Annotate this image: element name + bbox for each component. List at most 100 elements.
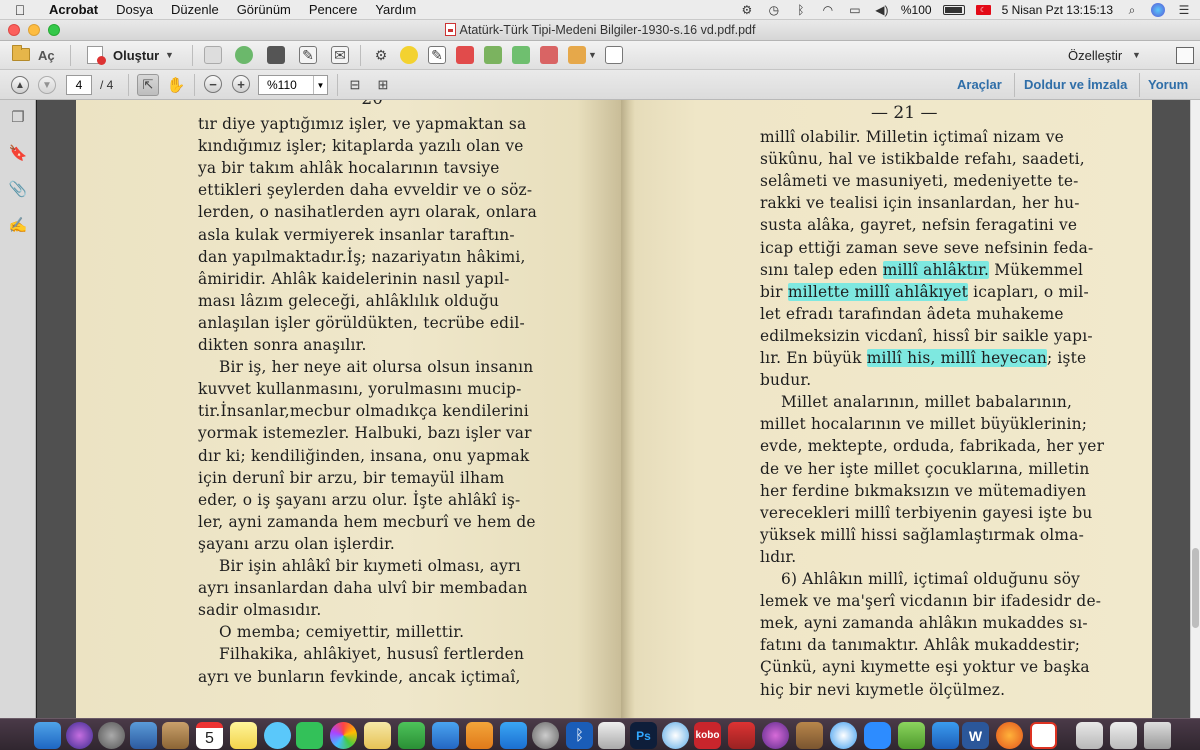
- bluetooth-dock-icon[interactable]: ᛒ: [566, 722, 593, 749]
- photoshop-icon[interactable]: Ps: [630, 722, 657, 749]
- menu-app-acrobat[interactable]: Acrobat: [40, 2, 107, 17]
- more-tools-dropdown-icon[interactable]: ▼: [588, 50, 597, 60]
- app-store-icon[interactable]: [500, 722, 527, 749]
- zoom-out-icon[interactable]: −: [204, 75, 222, 93]
- customize-button[interactable]: Özelleştir: [1068, 48, 1122, 63]
- fit-page-icon[interactable]: ⊟: [346, 75, 364, 95]
- clock[interactable]: 5 Nisan Pzt 13:15:13: [1002, 3, 1113, 17]
- email-icon[interactable]: ✉: [331, 46, 349, 64]
- zoom-in-icon[interactable]: +: [232, 75, 250, 93]
- previous-page-icon[interactable]: ▲: [11, 76, 29, 94]
- open-folder-icon[interactable]: [12, 45, 30, 61]
- customize-dropdown-icon[interactable]: ▼: [1132, 50, 1141, 60]
- battery-percent[interactable]: %100: [901, 3, 932, 17]
- open-button[interactable]: Aç: [38, 48, 55, 63]
- acrobat-pdf-icon[interactable]: [1030, 722, 1057, 749]
- create-dropdown-icon[interactable]: ▼: [165, 50, 174, 60]
- launchpad-rocket-icon[interactable]: [98, 722, 125, 749]
- menu-dosya[interactable]: Dosya: [107, 2, 162, 17]
- books-icon[interactable]: [466, 722, 493, 749]
- facetime-icon[interactable]: [296, 722, 323, 749]
- contacts-icon[interactable]: [162, 722, 189, 749]
- siri-icon[interactable]: [1151, 3, 1165, 17]
- document-viewport[interactable]: — 20 — tır diye yaptığımız işler, ve yap…: [37, 100, 1190, 718]
- calendar-icon[interactable]: 5: [196, 722, 223, 749]
- save-icon[interactable]: [204, 46, 222, 64]
- vertical-scrollbar[interactable]: [1190, 100, 1200, 718]
- edit-icon[interactable]: ✎: [299, 46, 317, 64]
- left-page-number: — 20 —: [339, 100, 405, 109]
- extract-page-icon[interactable]: [512, 46, 530, 64]
- page-thumbnails-icon[interactable]: ❐: [9, 108, 27, 126]
- finder-icon[interactable]: [34, 722, 61, 749]
- garageband-icon[interactable]: [796, 722, 823, 749]
- android-icon[interactable]: [898, 722, 925, 749]
- insert-page-icon[interactable]: [484, 46, 502, 64]
- siri-dock-icon[interactable]: [66, 722, 93, 749]
- time-machine-dock-icon[interactable]: [662, 722, 689, 749]
- zoom-level-select[interactable]: %110 ▼: [258, 75, 328, 95]
- battery-icon[interactable]: [942, 5, 965, 15]
- imovie-star-icon[interactable]: [762, 722, 789, 749]
- redact-icon[interactable]: [540, 46, 558, 64]
- pages-icon[interactable]: [364, 722, 391, 749]
- vpn-icon[interactable]: [932, 722, 959, 749]
- firefox-icon[interactable]: [996, 722, 1023, 749]
- photos-icon[interactable]: [330, 722, 357, 749]
- create-pdf-icon[interactable]: [87, 46, 106, 65]
- volume-icon[interactable]: ◀): [874, 3, 890, 17]
- upload-cloud-icon[interactable]: [235, 46, 253, 64]
- bluetooth-icon[interactable]: ᛒ: [793, 3, 809, 17]
- expand-window-icon[interactable]: [1176, 47, 1194, 64]
- text-segment: her ferdine bıkmaksızın ve mütemadiyen: [760, 481, 1087, 500]
- airplay-icon[interactable]: ▭: [847, 3, 863, 17]
- word-icon[interactable]: W: [962, 722, 989, 749]
- create-button[interactable]: Oluştur: [113, 48, 159, 63]
- comment-panel-link[interactable]: Yorum: [1148, 77, 1188, 92]
- scrollbar-thumb[interactable]: [1192, 548, 1199, 628]
- fit-width-icon[interactable]: ⊞: [374, 75, 392, 95]
- next-page-icon[interactable]: ▼: [38, 76, 56, 94]
- form-icon[interactable]: [605, 46, 623, 64]
- highlight-text-icon[interactable]: ✎: [428, 46, 446, 64]
- settings-gear-icon[interactable]: ⚙: [372, 46, 390, 64]
- tools-panel-link[interactable]: Araçlar: [957, 77, 1002, 92]
- trash-icon[interactable]: [1144, 722, 1171, 749]
- menu-yardim[interactable]: Yardım: [366, 2, 425, 17]
- zoom-dropdown-icon[interactable]: ▼: [313, 76, 327, 94]
- time-machine-icon[interactable]: ◷: [766, 3, 782, 17]
- system-preferences-gear-icon[interactable]: [532, 722, 559, 749]
- fill-sign-panel-link[interactable]: Doldur ve İmzala: [1024, 77, 1127, 92]
- signatures-icon[interactable]: ✍: [9, 216, 28, 234]
- bookmarks-icon[interactable]: 🔖: [9, 144, 28, 162]
- input-source-flag-icon[interactable]: ☾: [975, 5, 991, 15]
- tools-status-icon[interactable]: ⚙: [739, 3, 755, 17]
- notification-center-icon[interactable]: ☰: [1176, 3, 1192, 17]
- stamp-icon[interactable]: [568, 46, 586, 64]
- spotlight-search-icon[interactable]: ⌕: [1124, 3, 1140, 17]
- page-number-input[interactable]: 4: [66, 75, 92, 95]
- kobo-icon[interactable]: kobo: [694, 722, 721, 749]
- menu-duzenle[interactable]: Düzenle: [162, 2, 228, 17]
- safari-compass-icon[interactable]: [830, 722, 857, 749]
- downloads-stack-icon[interactable]: [1076, 722, 1103, 749]
- print-icon[interactable]: [267, 46, 285, 64]
- hand-tool-icon[interactable]: ✋: [165, 74, 187, 96]
- keynote-icon[interactable]: [432, 722, 459, 749]
- wifi-icon[interactable]: ◠: [820, 3, 836, 17]
- menu-gorunum[interactable]: Görünüm: [228, 2, 300, 17]
- numbers-chart-icon[interactable]: [398, 722, 425, 749]
- attachments-paperclip-icon[interactable]: 📎: [9, 180, 28, 198]
- menu-pencere[interactable]: Pencere: [300, 2, 366, 17]
- select-tool-icon[interactable]: ⇱: [137, 74, 159, 96]
- documents-stack-icon[interactable]: [1110, 722, 1137, 749]
- messages-icon[interactable]: [264, 722, 291, 749]
- comment-bubble-icon[interactable]: [400, 46, 418, 64]
- notes-icon[interactable]: [230, 722, 257, 749]
- preview-photo-icon[interactable]: [130, 722, 157, 749]
- apple-menu-icon[interactable]: : [0, 2, 40, 18]
- zoom-app-icon[interactable]: [864, 722, 891, 749]
- disk-utility-icon[interactable]: [598, 722, 625, 749]
- photo-booth-icon[interactable]: [728, 722, 755, 749]
- delete-page-icon[interactable]: [456, 46, 474, 64]
